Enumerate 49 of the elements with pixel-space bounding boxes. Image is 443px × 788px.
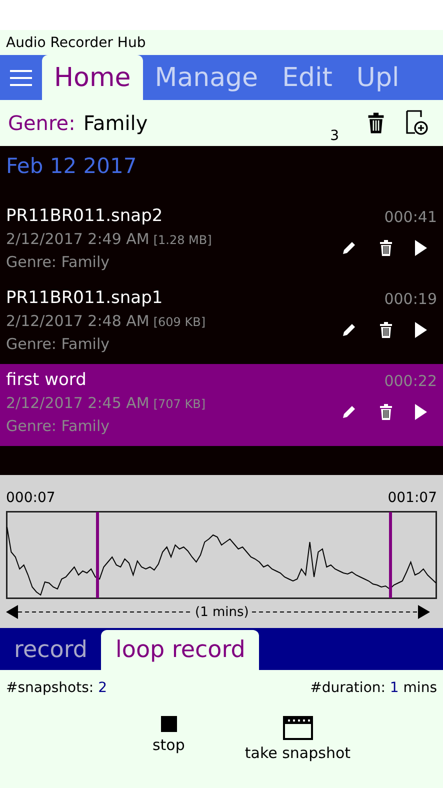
trash-icon[interactable] bbox=[379, 322, 393, 338]
menu-icon bbox=[10, 70, 32, 86]
trash-icon[interactable] bbox=[379, 240, 393, 256]
play-icon[interactable] bbox=[415, 322, 427, 338]
nav-tab[interactable]: Home bbox=[42, 55, 143, 100]
genre-value: Family bbox=[83, 111, 149, 135]
span-label: (1 mins) bbox=[194, 604, 250, 620]
recording-genre: Genre: Family bbox=[6, 334, 111, 355]
recording-title: PR11BR011.snap2 bbox=[6, 205, 164, 228]
pencil-icon[interactable] bbox=[341, 322, 357, 338]
recording-row[interactable]: PR11BR011.snap1 2/12/2017 2:48 AM [609 KB] Genre: Family 000:19 bbox=[0, 282, 443, 364]
mode-tab[interactable]: record bbox=[0, 630, 102, 670]
stop-icon bbox=[160, 716, 177, 732]
recording-row[interactable]: PR11BR011.snap2 2/12/2017 2:49 AM [1.28 MB] Genre: Family 000:41 bbox=[0, 200, 443, 282]
play-icon[interactable] bbox=[415, 404, 427, 420]
loop-end-marker[interactable] bbox=[389, 512, 392, 598]
recording-size: [609 KB] bbox=[153, 314, 206, 331]
recording-title: first word bbox=[6, 369, 88, 392]
pencil-icon[interactable] bbox=[341, 240, 357, 256]
recording-date: 2/12/2017 2:48 AM bbox=[6, 311, 150, 332]
window-title: Audio Recorder Hub bbox=[6, 34, 146, 50]
clapperboard-icon bbox=[282, 716, 313, 740]
date-group-header: Feb 12 2017 bbox=[5, 153, 138, 180]
add-file-icon bbox=[405, 110, 429, 136]
trash-icon[interactable] bbox=[379, 404, 393, 420]
stop-button[interactable]: stop bbox=[152, 716, 185, 762]
snapshot-button[interactable]: take snapshot bbox=[244, 716, 351, 762]
recording-row[interactable]: first word 2/12/2017 2:45 AM [707 KB] Genre: Family 000:22 bbox=[0, 364, 443, 446]
recording-size: [1.28 MB] bbox=[153, 232, 212, 249]
end-time: 001:07 bbox=[388, 490, 437, 506]
recording-genre: Genre: Family bbox=[6, 416, 111, 437]
recording-duration: 000:19 bbox=[384, 290, 437, 308]
play-icon[interactable] bbox=[415, 240, 427, 256]
trash-icon[interactable] bbox=[367, 112, 385, 134]
genre-label: Genre: bbox=[8, 111, 76, 135]
duration-stat: #duration: 1 mins bbox=[310, 680, 437, 696]
start-time: 000:07 bbox=[6, 490, 56, 506]
recording-duration: 000:22 bbox=[384, 372, 437, 390]
mode-tab[interactable]: loop record bbox=[101, 630, 260, 670]
snapshots-stat: #snapshots: 2 bbox=[6, 680, 107, 696]
loop-start-marker[interactable] bbox=[96, 512, 99, 598]
pencil-icon[interactable] bbox=[341, 404, 357, 420]
recording-date: 2/12/2017 2:49 AM bbox=[6, 229, 150, 250]
recording-date: 2/12/2017 2:45 AM bbox=[6, 393, 150, 414]
recording-genre: Genre: Family bbox=[6, 252, 111, 273]
recording-title: PR11BR011.snap1 bbox=[6, 287, 164, 310]
recording-size: [707 KB] bbox=[153, 396, 206, 413]
item-count: 3 bbox=[330, 128, 339, 144]
recording-duration: 000:41 bbox=[384, 208, 437, 226]
